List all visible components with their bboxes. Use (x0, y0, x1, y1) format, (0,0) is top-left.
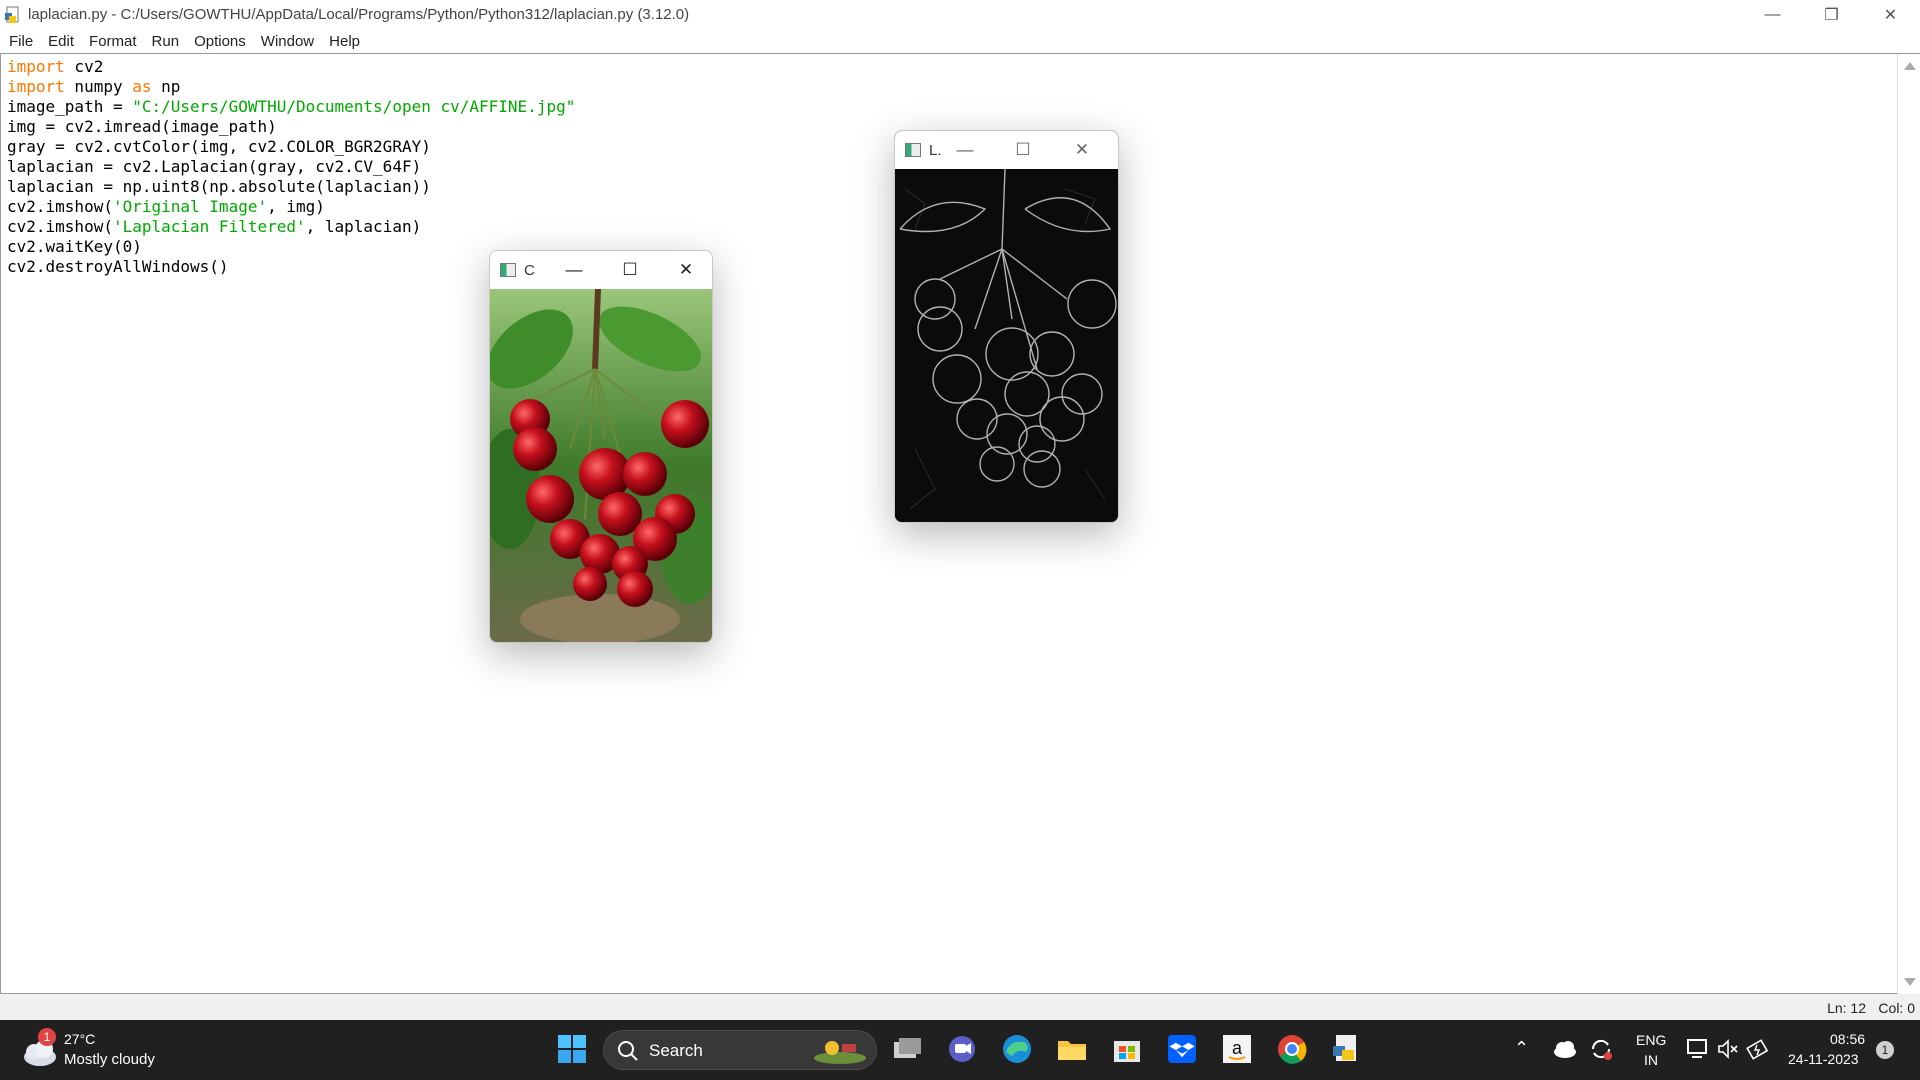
teams-chat-icon[interactable] (945, 1032, 979, 1066)
taskbar-search[interactable]: Search (603, 1030, 877, 1070)
show-hidden-icons-chevron-icon[interactable]: ⌃ (1514, 1038, 1529, 1059)
code-line: laplacian = np.uint8(np.absolute(laplaci… (7, 177, 431, 196)
maximize-icon[interactable]: ☐ (995, 131, 1051, 169)
weather-notification-badge: 1 (38, 1028, 56, 1046)
sync-icon[interactable] (1588, 1036, 1614, 1062)
code-text[interactable]: import cv2 import numpy as np image_path… (7, 57, 575, 277)
search-highlight-icon (814, 1041, 866, 1064)
menu-format[interactable]: Format (83, 33, 146, 50)
close-button[interactable]: ✕ (1861, 0, 1920, 29)
scroll-up-arrow-icon[interactable] (1904, 62, 1916, 70)
menu-file[interactable]: File (3, 33, 42, 50)
close-icon[interactable]: ✕ (658, 251, 712, 289)
file-explorer-icon[interactable] (1055, 1032, 1089, 1066)
line-number: Ln: 12 (1827, 1000, 1866, 1016)
menu-help[interactable]: Help (323, 33, 369, 50)
vertical-scrollbar[interactable] (1897, 54, 1920, 994)
taskbar: 1 27°C Mostly cloudy Search a ⌃ ENG IN 0… (0, 1020, 1920, 1080)
clock-date[interactable]: 24-11-2023 (1788, 1051, 1859, 1067)
laplacian-window-titlebar[interactable]: L. — ☐ ✕ (895, 131, 1118, 169)
minimize-icon[interactable]: — (937, 131, 993, 169)
microsoft-store-icon[interactable] (1110, 1032, 1144, 1066)
laplacian-image-window[interactable]: L. — ☐ ✕ (894, 130, 1119, 523)
close-icon[interactable]: ✕ (1054, 131, 1110, 169)
weather-desc: Mostly cloudy (64, 1051, 155, 1068)
amazon-icon[interactable]: a (1220, 1032, 1254, 1066)
code-line: import cv2 (7, 57, 104, 76)
dropbox-icon[interactable] (1165, 1032, 1199, 1066)
python-idle-icon[interactable] (1330, 1032, 1364, 1066)
scroll-down-arrow-icon[interactable] (1904, 978, 1916, 986)
app-icon (905, 143, 921, 157)
code-line: cv2.imshow('Laplacian Filtered', laplaci… (7, 217, 422, 236)
app-icon (500, 263, 516, 277)
search-label: Search (649, 1041, 703, 1060)
weather-temp: 27°C (64, 1031, 96, 1047)
code-line: laplacian = cv2.Laplacian(gray, cv2.CV_6… (7, 157, 422, 176)
notification-bell-icon[interactable]: 1 (1874, 1039, 1896, 1061)
edge-browser-icon[interactable] (1000, 1032, 1034, 1066)
weather-widget[interactable]: 1 27°C Mostly cloudy (20, 1028, 180, 1072)
code-line: import numpy as np (7, 77, 181, 96)
status-bar: Ln: 12 Col: 0 (0, 994, 1920, 1020)
clock-time[interactable]: 08:56 (1830, 1031, 1865, 1047)
menu-options[interactable]: Options (188, 33, 255, 50)
menu-window[interactable]: Window (255, 33, 323, 50)
column-number: Col: 0 (1878, 1000, 1915, 1016)
cherries-image (490, 288, 712, 642)
code-line: image_path = "C:/Users/GOWTHU/Documents/… (7, 97, 576, 116)
windows-start-icon[interactable] (555, 1032, 589, 1066)
code-line: cv2.waitKey(0) (7, 237, 142, 256)
menu-bar: File Edit Format Run Options Window Help (0, 29, 1920, 54)
svg-text:1: 1 (1882, 1043, 1889, 1057)
code-line: img = cv2.imread(image_path) (7, 117, 277, 136)
title-bar: laplacian.py - C:/Users/GOWTHU/AppData/L… (0, 0, 1920, 29)
language-bottom[interactable]: IN (1644, 1052, 1658, 1068)
minimize-icon[interactable]: — (546, 251, 602, 289)
code-line: cv2.imshow('Original Image', img) (7, 197, 325, 216)
python-file-icon (4, 6, 22, 24)
battery-icon[interactable] (1746, 1037, 1770, 1061)
task-view-icon[interactable] (890, 1032, 924, 1066)
laplacian-edge-image (895, 168, 1118, 522)
svg-text:a: a (1232, 1038, 1243, 1058)
menu-run[interactable]: Run (146, 33, 189, 50)
original-image-window[interactable]: C — ☐ ✕ (489, 250, 713, 643)
onedrive-icon[interactable] (1552, 1036, 1578, 1062)
minimize-button[interactable]: — (1743, 0, 1802, 29)
network-icon[interactable] (1686, 1037, 1710, 1061)
language-top[interactable]: ENG (1636, 1032, 1666, 1048)
volume-muted-icon[interactable] (1716, 1037, 1740, 1061)
code-line: gray = cv2.cvtColor(img, cv2.COLOR_BGR2G… (7, 137, 431, 156)
menu-edit[interactable]: Edit (42, 33, 83, 50)
code-line: cv2.destroyAllWindows() (7, 257, 229, 276)
original-window-title: C (524, 261, 535, 279)
maximize-button[interactable]: ❐ (1802, 0, 1861, 29)
maximize-icon[interactable]: ☐ (602, 251, 658, 289)
original-window-titlebar[interactable]: C — ☐ ✕ (490, 251, 712, 289)
chrome-icon[interactable] (1275, 1032, 1309, 1066)
window-title: laplacian.py - C:/Users/GOWTHU/AppData/L… (28, 6, 690, 23)
search-icon (618, 1041, 638, 1061)
